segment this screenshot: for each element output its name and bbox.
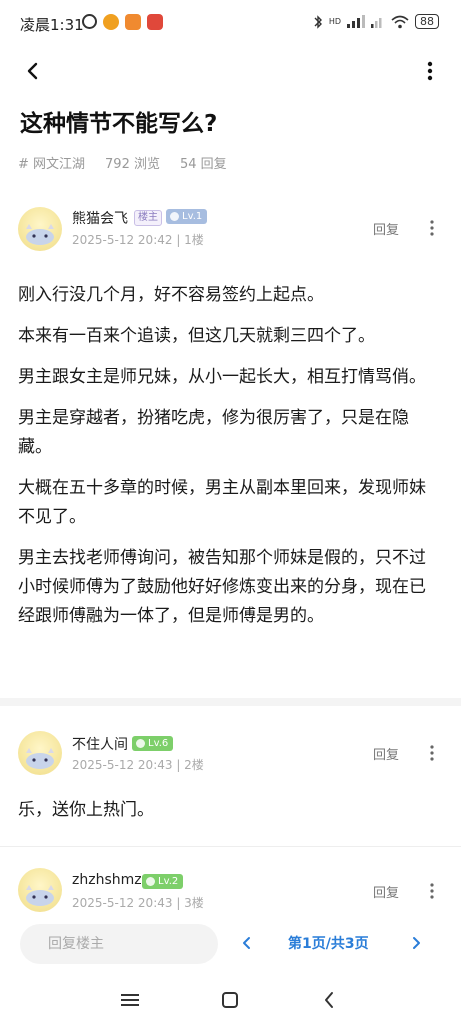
page-title: 这种情节不能写么?	[20, 111, 218, 137]
chevron-left-icon[interactable]	[236, 932, 258, 954]
battery-icon: 88	[415, 14, 439, 29]
avatar[interactable]	[18, 207, 62, 251]
paragraph: 男主跟女主是师兄妹，从小一起长大，相互打情骂俏。	[18, 367, 426, 387]
nav-bar	[0, 52, 461, 92]
level-icon	[146, 877, 155, 886]
app-icon-orange	[125, 14, 141, 30]
paragraph: 乐，送你上热门。	[18, 800, 154, 820]
home-square-icon[interactable]	[217, 987, 243, 1013]
app-icon-red	[147, 14, 163, 30]
reply-content: 刚入行没几个月，好不容易签约上起点。 本来有一百来个追读，但这几天就剩三四个了。…	[18, 281, 442, 643]
reply-count: 54 回复	[179, 157, 227, 172]
status-right: HD 88	[313, 14, 439, 29]
post-meta: # 网文江湖 792 浏览 54 回复	[18, 153, 227, 172]
more-vertical-icon[interactable]	[422, 216, 442, 240]
post-time: 2025-5-12 20:43 | 3楼	[72, 896, 204, 910]
avatar[interactable]	[18, 731, 62, 775]
more-vertical-icon[interactable]	[422, 879, 442, 903]
paragraph: 本来有一百来个追读，但这几天就剩三四个了。	[18, 326, 375, 346]
divider	[0, 846, 461, 847]
wifi-icon	[391, 15, 409, 28]
level-icon	[136, 739, 145, 748]
paragraph: 男主去找老师傅询问，被告知那个师妹是假的，只不过小时候师傅为了鼓励他好好修炼变出…	[18, 548, 426, 626]
reply-content: 乐，送你上热门。	[18, 796, 442, 837]
level-badge: Lv.2	[142, 874, 184, 889]
signal-icon	[347, 15, 365, 28]
reply-button[interactable]: 回复	[373, 744, 399, 763]
user-name[interactable]: 不住人间	[72, 734, 128, 754]
chevron-right-icon[interactable]	[405, 932, 427, 954]
weibo-icon	[103, 14, 119, 30]
view-count: 792 浏览	[105, 157, 160, 172]
reply-button[interactable]: 回复	[373, 882, 399, 901]
user-name[interactable]: zhzhshmz	[72, 872, 142, 888]
level-icon	[170, 212, 179, 221]
page-indicator[interactable]: 第1页/共3页	[288, 933, 369, 953]
status-app-icons	[82, 14, 163, 30]
alarm-icon	[82, 14, 97, 29]
avatar[interactable]	[18, 868, 62, 912]
signal-icon-2	[371, 18, 382, 28]
system-nav-bar	[0, 975, 461, 1024]
post-time: 2025-5-12 20:43 | 2楼	[72, 758, 204, 772]
bottom-action-bar: 回复楼主 第1页/共3页	[0, 918, 461, 970]
owner-badge: 楼主	[134, 210, 162, 226]
reply-input[interactable]: 回复楼主	[20, 924, 218, 964]
more-vertical-icon[interactable]	[422, 741, 442, 765]
user-name[interactable]: 熊猫会飞	[72, 208, 128, 228]
more-vertical-icon[interactable]	[415, 56, 445, 86]
paragraph: 刚入行没几个月，好不容易签约上起点。	[18, 285, 324, 305]
bluetooth-icon	[314, 14, 322, 29]
level-badge: Lv.6	[132, 736, 174, 751]
divider	[0, 698, 461, 706]
status-bar: 凌晨1:31 HD 88	[0, 0, 461, 48]
network-label: HD	[328, 17, 341, 26]
status-time: 凌晨1:31	[20, 16, 84, 34]
menu-icon[interactable]	[117, 987, 143, 1013]
paragraph: 男主是穿越者，扮猪吃虎，修为很厉害了，只是在隐藏。	[18, 408, 409, 457]
post-time: 2025-5-12 20:42 | 1楼	[72, 233, 204, 247]
post-tag[interactable]: # 网文江湖	[18, 153, 85, 172]
paragraph: 大概在五十多章的时候，男主从副本里回来，发现师妹不见了。	[18, 478, 426, 527]
reply-button[interactable]: 回复	[373, 219, 399, 238]
back-chevron-icon[interactable]	[316, 987, 342, 1013]
level-badge: Lv.1	[166, 209, 208, 224]
back-arrow-icon[interactable]	[18, 56, 48, 86]
